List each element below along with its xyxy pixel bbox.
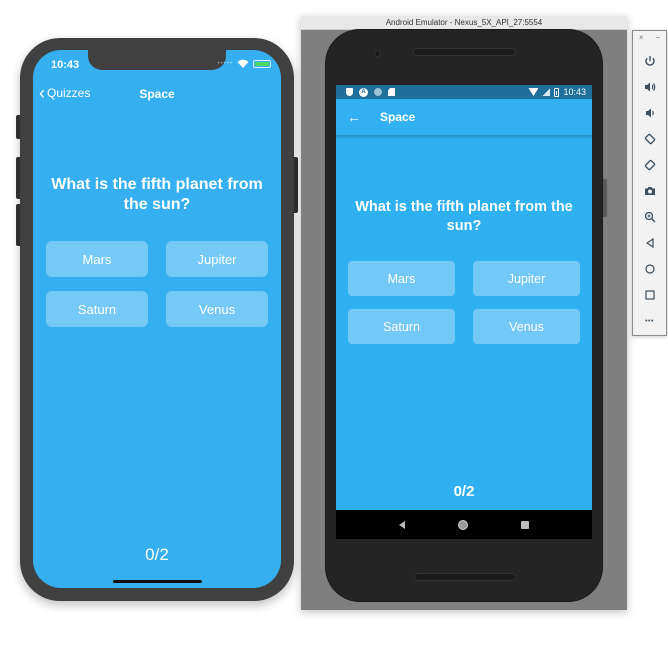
power-icon[interactable] bbox=[639, 48, 661, 74]
android-power-button bbox=[603, 179, 607, 217]
android-navigation-bar bbox=[336, 510, 592, 539]
arrow-left-icon[interactable]: ← bbox=[346, 109, 362, 125]
answer-button-saturn[interactable]: Saturn bbox=[348, 309, 455, 344]
sd-card-icon bbox=[388, 88, 395, 96]
emulator-window-title: Android Emulator - Nexus_5X_API_27:5554 bbox=[301, 16, 627, 30]
ios-navigation-bar: ‹ Quizzes Space bbox=[33, 84, 281, 104]
top-speaker-grille bbox=[413, 48, 516, 56]
wifi-icon bbox=[528, 88, 539, 96]
android-screen: A 10:43 ← Space What is the fifth planet… bbox=[336, 85, 592, 539]
signal-dots-icon: ••••• bbox=[217, 60, 233, 67]
back-triangle-icon[interactable] bbox=[639, 230, 661, 256]
question-text: What is the fifth planet from the sun? bbox=[355, 199, 573, 234]
zoom-icon[interactable] bbox=[639, 204, 661, 230]
toolbar-window-controls: × − bbox=[633, 33, 666, 42]
score-text: 0/2 bbox=[145, 545, 169, 564]
back-button[interactable]: ‹ Quizzes bbox=[39, 83, 91, 103]
wifi-icon bbox=[237, 59, 249, 68]
battery-charging-icon bbox=[253, 59, 271, 68]
page-title: Space bbox=[380, 110, 416, 124]
nav-back-icon[interactable] bbox=[398, 520, 405, 529]
minimize-icon[interactable]: − bbox=[655, 33, 660, 42]
volume-up-icon[interactable] bbox=[639, 74, 661, 100]
shield-icon bbox=[346, 88, 353, 96]
more-icon[interactable]: ••• bbox=[639, 308, 661, 334]
answer-button-venus[interactable]: Venus bbox=[166, 291, 268, 327]
bottom-speaker-grille bbox=[414, 573, 516, 581]
answer-button-mars[interactable]: Mars bbox=[46, 241, 148, 277]
overview-square-icon[interactable] bbox=[639, 282, 661, 308]
circle-icon bbox=[374, 88, 382, 96]
answer-grid: Mars Jupiter Saturn Venus bbox=[46, 241, 268, 327]
answer-button-jupiter[interactable]: Jupiter bbox=[473, 261, 580, 296]
android-app-bar: ← Space bbox=[336, 99, 592, 135]
rotate-right-icon[interactable] bbox=[639, 152, 661, 178]
answer-button-venus[interactable]: Venus bbox=[473, 309, 580, 344]
nav-recents-icon[interactable] bbox=[521, 520, 530, 529]
front-camera-icon bbox=[374, 50, 381, 57]
chevron-left-icon: ‹ bbox=[39, 83, 45, 103]
answer-button-mars[interactable]: Mars bbox=[348, 261, 455, 296]
android-status-bar: A 10:43 bbox=[336, 85, 592, 99]
score-text: 0/2 bbox=[453, 483, 475, 500]
ios-status-time: 10:43 bbox=[51, 59, 80, 71]
answer-button-jupiter[interactable]: Jupiter bbox=[166, 241, 268, 277]
home-indicator[interactable] bbox=[113, 580, 202, 583]
rotate-left-icon[interactable] bbox=[639, 126, 661, 152]
answer-button-saturn[interactable]: Saturn bbox=[46, 291, 148, 327]
android-a-icon: A bbox=[359, 87, 368, 97]
battery-icon bbox=[554, 87, 560, 97]
android-status-time: 10:43 bbox=[563, 87, 586, 97]
close-icon[interactable]: × bbox=[639, 33, 644, 42]
home-circle-icon[interactable] bbox=[639, 256, 661, 282]
cell-signal-icon bbox=[542, 88, 551, 96]
ios-screen: 10:43 ••••• ‹ Quizzes Space What is the … bbox=[33, 50, 281, 588]
answer-grid: Mars Jupiter Saturn Venus bbox=[348, 261, 580, 344]
ios-notch bbox=[88, 50, 226, 70]
volume-down-icon[interactable] bbox=[639, 100, 661, 126]
camera-icon[interactable] bbox=[639, 178, 661, 204]
back-button-label: Quizzes bbox=[47, 86, 91, 100]
question-text: What is the fifth planet from the sun? bbox=[51, 176, 263, 213]
toolbar-items: ••• bbox=[633, 48, 666, 334]
notification-icons: A bbox=[346, 87, 395, 97]
system-status-icons: 10:43 bbox=[528, 87, 586, 97]
ios-status-icons: ••••• bbox=[217, 59, 271, 68]
emulator-toolbar: × − ••• bbox=[632, 30, 667, 336]
nav-home-icon[interactable] bbox=[457, 519, 468, 530]
